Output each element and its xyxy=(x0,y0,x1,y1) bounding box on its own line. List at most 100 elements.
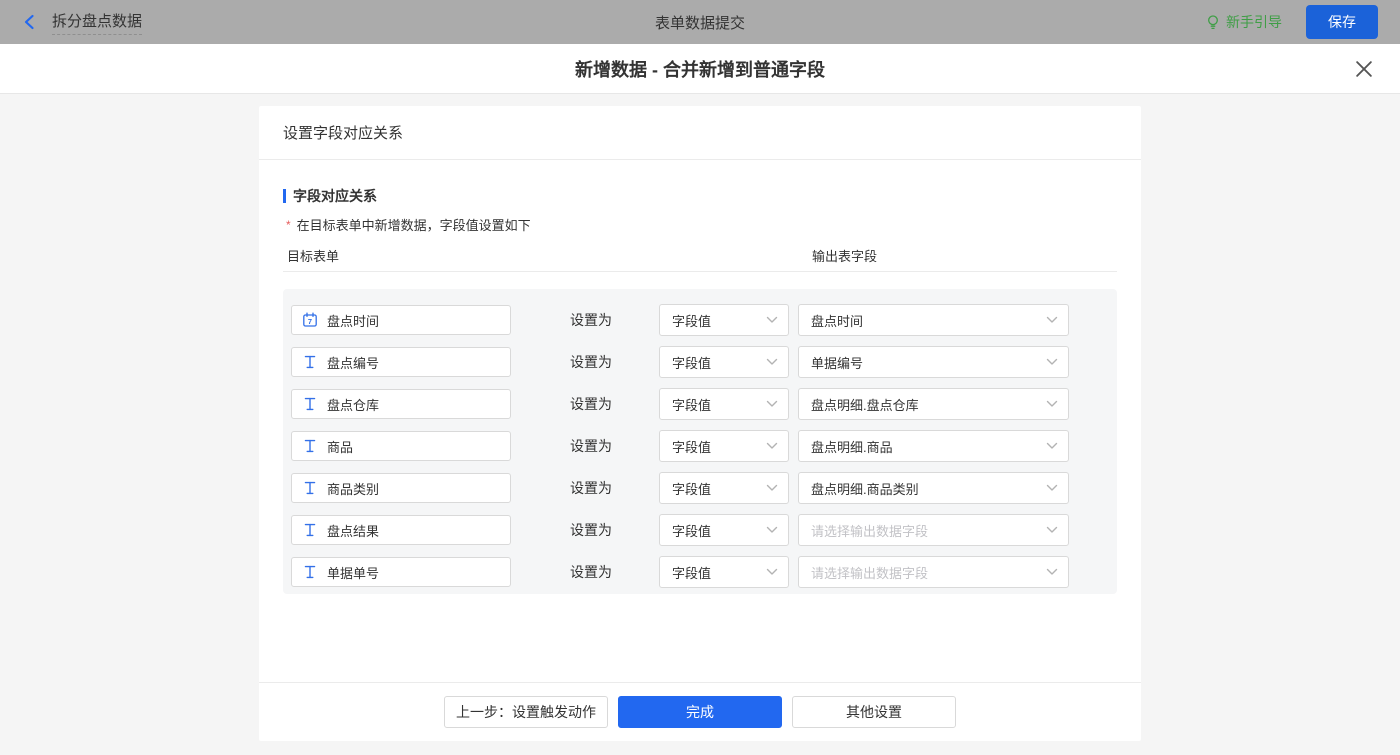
set-as-label: 设置为 xyxy=(570,562,614,582)
mode-select[interactable]: 字段值 xyxy=(659,304,789,336)
field-map-row: 单据单号 设置为 字段值 请选择输出数据字段 xyxy=(291,557,1117,587)
lightbulb-icon xyxy=(1205,14,1221,30)
output-field-select[interactable]: 单据编号 xyxy=(798,346,1069,378)
hint-label: 在目标表单中新增数据，字段值设置如下 xyxy=(297,215,531,234)
finish-button[interactable]: 完成 xyxy=(618,696,782,728)
set-as-label: 设置为 xyxy=(570,352,614,372)
settings-card: 设置字段对应关系 字段对应关系 * 在目标表单中新增数据，字段值设置如下 目标表… xyxy=(259,106,1141,741)
card-header: 设置字段对应关系 xyxy=(259,106,1141,160)
save-button[interactable]: 保存 xyxy=(1306,5,1378,39)
chevron-down-icon xyxy=(766,568,778,576)
chevron-down-icon xyxy=(766,316,778,324)
target-field-label: 盘点仓库 xyxy=(327,395,379,414)
mode-select-value: 字段值 xyxy=(672,311,711,330)
required-asterisk: * xyxy=(286,218,291,232)
chevron-down-icon xyxy=(1046,316,1058,324)
chevron-down-icon xyxy=(766,400,778,408)
output-select-placeholder: 请选择输出数据字段 xyxy=(811,521,928,540)
output-field-select[interactable]: 盘点明细.商品类别 xyxy=(798,472,1069,504)
output-select-value: 盘点明细.商品 xyxy=(811,437,893,456)
target-field-box[interactable]: 盘点编号 xyxy=(291,347,511,377)
field-map-row: 商品 设置为 字段值 盘点明细.商品 xyxy=(291,431,1117,461)
column-headers: 目标表单 输出表字段 xyxy=(283,246,1117,272)
workflow-title[interactable]: 拆分盘点数据 xyxy=(52,10,142,35)
output-select-value: 盘点明细.商品类别 xyxy=(811,479,919,498)
mode-select-value: 字段值 xyxy=(672,563,711,582)
chevron-down-icon xyxy=(1046,400,1058,408)
field-map-row: 盘点编号 设置为 字段值 单据编号 xyxy=(291,347,1117,377)
target-field-box[interactable]: 商品 xyxy=(291,431,511,461)
section-title-text: 字段对应关系 xyxy=(293,186,377,206)
set-as-label: 设置为 xyxy=(570,310,614,330)
mode-select[interactable]: 字段值 xyxy=(659,514,789,546)
mode-select-value: 字段值 xyxy=(672,437,711,456)
column-target-form: 目标表单 xyxy=(287,246,339,265)
target-field-label: 单据单号 xyxy=(327,563,379,582)
mode-select-value: 字段值 xyxy=(672,395,711,414)
previous-step-button[interactable]: 上一步：设置触发动作 xyxy=(444,696,608,728)
field-mapping-panel: 盘点时间 设置为 字段值 盘点时间 盘点编号 xyxy=(283,289,1117,594)
output-field-select[interactable]: 盘点明细.商品 xyxy=(798,430,1069,462)
modal-title: 新增数据 - 合并新增到普通字段 xyxy=(575,56,825,82)
output-field-select[interactable]: 盘点时间 xyxy=(798,304,1069,336)
modal-header: 新增数据 - 合并新增到普通字段 xyxy=(0,44,1400,94)
target-field-box[interactable]: 盘点仓库 xyxy=(291,389,511,419)
set-as-label: 设置为 xyxy=(570,478,614,498)
chevron-left-icon xyxy=(22,14,38,30)
calendar-icon xyxy=(302,312,318,328)
output-select-value: 盘点明细.盘点仓库 xyxy=(811,395,919,414)
chevron-down-icon xyxy=(1046,526,1058,534)
text-field-icon xyxy=(302,438,318,454)
other-settings-button[interactable]: 其他设置 xyxy=(792,696,956,728)
field-map-row: 盘点结果 设置为 字段值 请选择输出数据字段 xyxy=(291,515,1117,545)
target-field-box[interactable]: 盘点时间 xyxy=(291,305,511,335)
modal-content: 设置字段对应关系 字段对应关系 * 在目标表单中新增数据，字段值设置如下 目标表… xyxy=(0,94,1400,755)
target-field-label: 盘点时间 xyxy=(327,311,379,330)
page-title: 表单数据提交 xyxy=(0,12,1400,33)
output-select-value: 盘点时间 xyxy=(811,311,863,330)
mode-select[interactable]: 字段值 xyxy=(659,556,789,588)
output-select-value: 单据编号 xyxy=(811,353,863,372)
card-footer: 上一步：设置触发动作 完成 其他设置 xyxy=(259,682,1141,741)
beginner-guide-label: 新手引导 xyxy=(1226,12,1282,32)
set-as-label: 设置为 xyxy=(570,436,614,456)
output-field-select[interactable]: 请选择输出数据字段 xyxy=(798,514,1069,546)
top-bar: 拆分盘点数据 表单数据提交 新手引导 保存 xyxy=(0,0,1400,44)
target-field-label: 盘点编号 xyxy=(327,353,379,372)
mode-select-value: 字段值 xyxy=(672,353,711,372)
mode-select[interactable]: 字段值 xyxy=(659,472,789,504)
text-field-icon xyxy=(302,354,318,370)
mode-select-value: 字段值 xyxy=(672,521,711,540)
section-title: 字段对应关系 xyxy=(283,186,1117,206)
beginner-guide-link[interactable]: 新手引导 xyxy=(1205,12,1282,32)
output-select-placeholder: 请选择输出数据字段 xyxy=(811,563,928,582)
target-field-box[interactable]: 盘点结果 xyxy=(291,515,511,545)
mode-select[interactable]: 字段值 xyxy=(659,346,789,378)
text-field-icon xyxy=(302,480,318,496)
chevron-down-icon xyxy=(766,526,778,534)
field-map-row: 盘点时间 设置为 字段值 盘点时间 xyxy=(291,305,1117,335)
set-as-label: 设置为 xyxy=(570,394,614,414)
output-field-select[interactable]: 盘点明细.盘点仓库 xyxy=(798,388,1069,420)
output-field-select[interactable]: 请选择输出数据字段 xyxy=(798,556,1069,588)
target-field-box[interactable]: 单据单号 xyxy=(291,557,511,587)
text-field-icon xyxy=(302,522,318,538)
chevron-down-icon xyxy=(1046,442,1058,450)
mode-select[interactable]: 字段值 xyxy=(659,430,789,462)
card-body: 字段对应关系 * 在目标表单中新增数据，字段值设置如下 目标表单 输出表字段 盘… xyxy=(259,160,1141,682)
chevron-down-icon xyxy=(1046,568,1058,576)
target-field-box[interactable]: 商品类别 xyxy=(291,473,511,503)
column-output-fields: 输出表字段 xyxy=(812,246,877,265)
target-field-label: 盘点结果 xyxy=(327,521,379,540)
field-map-row: 盘点仓库 设置为 字段值 盘点明细.盘点仓库 xyxy=(291,389,1117,419)
back-button[interactable]: 拆分盘点数据 xyxy=(22,10,142,35)
field-map-row: 商品类别 设置为 字段值 盘点明细.商品类别 xyxy=(291,473,1117,503)
text-field-icon xyxy=(302,396,318,412)
mode-select[interactable]: 字段值 xyxy=(659,388,789,420)
target-field-label: 商品 xyxy=(327,437,353,456)
text-field-icon xyxy=(302,564,318,580)
chevron-down-icon xyxy=(766,484,778,492)
chevron-down-icon xyxy=(1046,358,1058,366)
close-icon[interactable] xyxy=(1354,59,1374,79)
chevron-down-icon xyxy=(1046,484,1058,492)
